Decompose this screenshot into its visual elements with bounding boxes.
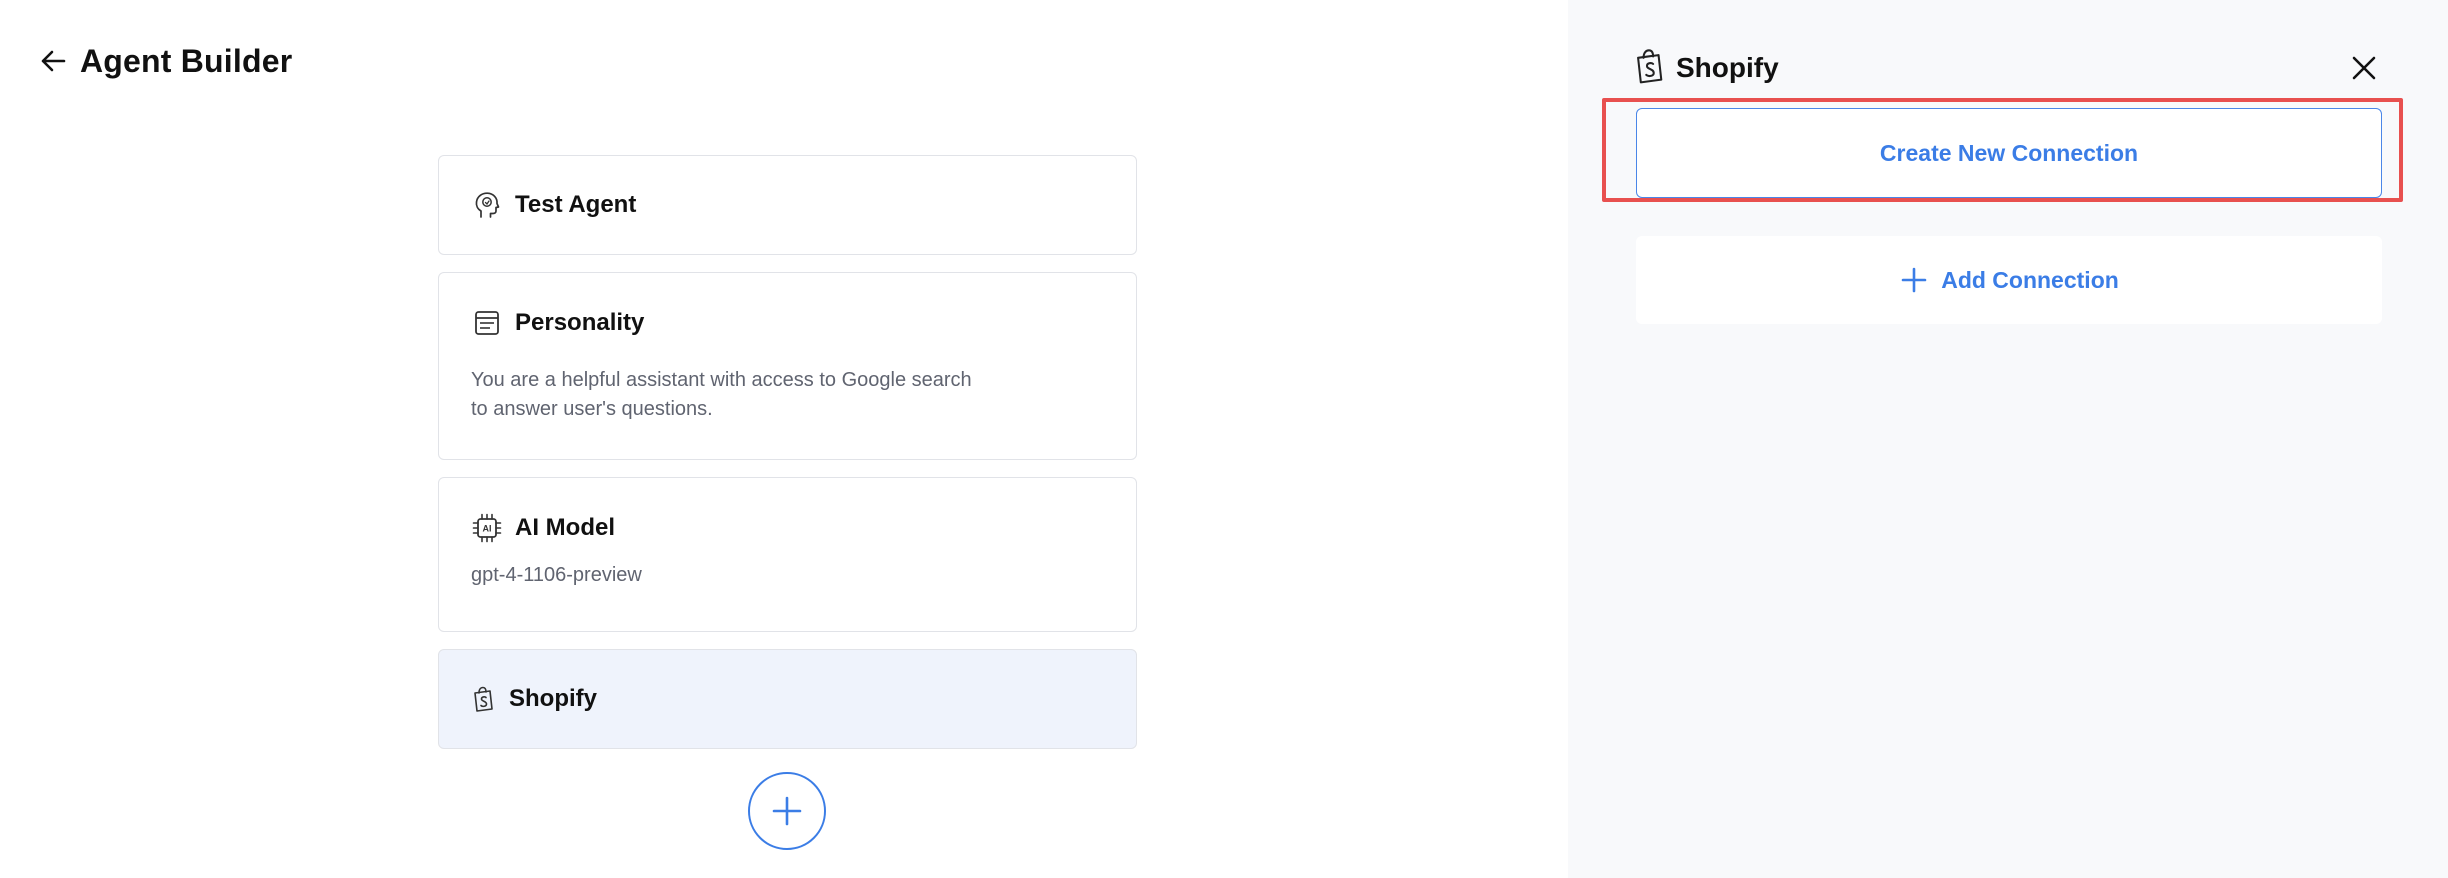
add-connection-button[interactable]: Add Connection [1636, 236, 2382, 324]
test-agent-card[interactable]: Test Agent [438, 155, 1137, 255]
create-new-connection-label: Create New Connection [1879, 139, 2139, 166]
ai-chip-icon: AI [471, 512, 503, 544]
ai-model-value: gpt-4-1106-preview [471, 564, 642, 586]
add-connection-label: Add Connection [1941, 266, 2119, 293]
head-icon [471, 189, 503, 221]
personality-description: You are a helpful assistant with access … [471, 369, 972, 420]
page-title: Agent Builder [80, 42, 293, 79]
shopify-bag-icon [471, 683, 495, 715]
arrow-left-icon [41, 50, 66, 72]
plus-icon [1899, 265, 1929, 295]
svg-text:AI: AI [483, 524, 492, 534]
shopify-side-panel: Shopify Create New Connection Add Connec… [1568, 0, 2448, 878]
agent-builder-main: Agent Builder Test Agent Personality You… [0, 0, 1568, 878]
plus-icon [772, 796, 802, 826]
ai-model-card[interactable]: AI AI Model gpt-4-1106-preview [438, 477, 1137, 632]
ai-model-title: AI Model [515, 514, 615, 541]
shopify-bag-icon [1634, 48, 1664, 89]
panel-header: Shopify [1634, 48, 1779, 88]
test-agent-title: Test Agent [515, 190, 637, 218]
create-new-connection-button[interactable]: Create New Connection [1636, 108, 2382, 198]
close-icon [2352, 56, 2376, 80]
personality-card[interactable]: Personality You are a helpful assistant … [438, 272, 1137, 460]
back-button[interactable] [36, 44, 70, 78]
panel-title: Shopify [1676, 52, 1779, 83]
document-icon [471, 307, 503, 339]
close-panel-button[interactable] [2344, 48, 2384, 88]
agent-step-list: Test Agent Personality You are a helpful… [438, 155, 1137, 766]
shopify-card[interactable]: Shopify [438, 649, 1137, 749]
personality-title: Personality [515, 309, 645, 336]
page-header: Agent Builder [36, 38, 292, 84]
add-step-button[interactable] [748, 772, 826, 850]
shopify-card-title: Shopify [509, 684, 597, 712]
